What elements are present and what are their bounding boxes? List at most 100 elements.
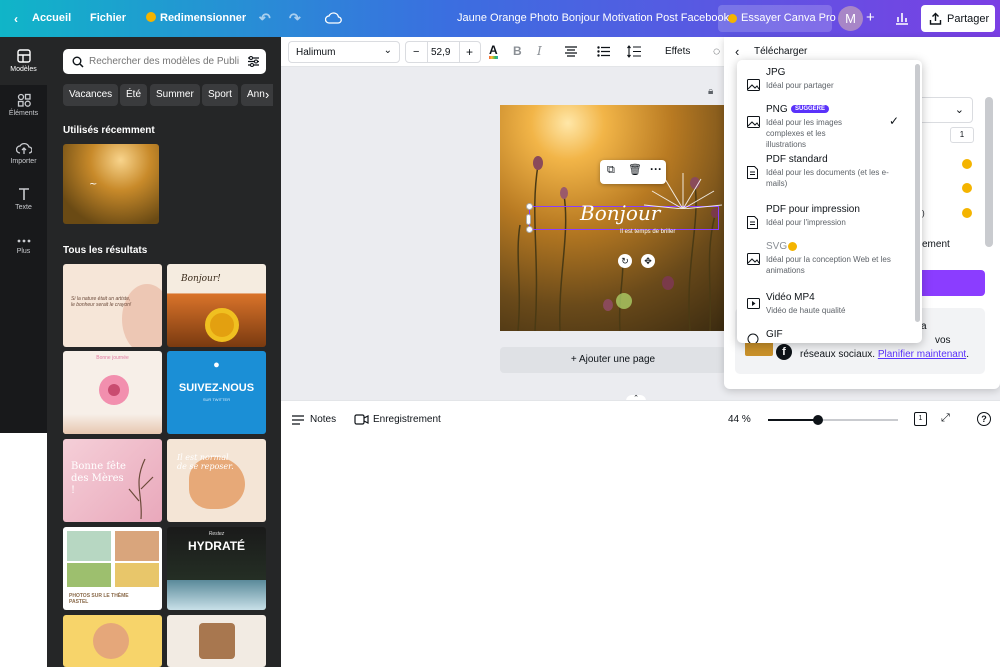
- option-pdf-standard[interactable]: PDF standard Idéal pour les documents (e…: [737, 154, 915, 202]
- zoom-value[interactable]: 44 %: [728, 414, 751, 425]
- cloud-sync-icon[interactable]: [325, 11, 342, 24]
- analytics-icon[interactable]: [894, 10, 910, 26]
- twitter-bird-icon: ●: [213, 359, 220, 371]
- rail-item-text[interactable]: Texte: [0, 187, 47, 227]
- recording-icon: [354, 414, 369, 425]
- rail-item-more[interactable]: Plus: [0, 237, 47, 277]
- image-icon: [747, 253, 760, 265]
- file-menu[interactable]: Fichier: [90, 12, 126, 24]
- font-size-stepper[interactable]: − 52,9 +: [405, 41, 481, 63]
- template-thumb-mothers-day[interactable]: Bonne fête des Mères !: [63, 439, 162, 522]
- add-member-icon[interactable]: +: [866, 9, 875, 26]
- option-jpg[interactable]: JPG Idéal pour partager: [737, 67, 915, 103]
- more-icon: [17, 239, 30, 243]
- schedule-link[interactable]: Planifier maintenant: [878, 349, 966, 360]
- try-pro-button[interactable]: Essayer Canva Pro: [718, 5, 836, 32]
- list-icon[interactable]: [597, 46, 610, 57]
- help-icon[interactable]: ?: [977, 412, 991, 426]
- lock-icon[interactable]: 🔒︎: [708, 86, 713, 97]
- option-mp4[interactable]: Vidéo MP4 Vidéo de haute qualité: [737, 292, 915, 320]
- recording-button[interactable]: Enregistrement: [373, 414, 441, 425]
- document-icon: [747, 216, 758, 229]
- size-input[interactable]: 1: [950, 127, 974, 143]
- italic-icon[interactable]: I: [537, 44, 542, 58]
- top-bar: ‹ Accueil Fichier Redimensionner ↶ ↷ Jau…: [0, 0, 1000, 37]
- chip-sport[interactable]: Sport: [202, 84, 238, 106]
- suggested-badge: SUGGÉRÉ: [791, 105, 830, 113]
- avatar[interactable]: M: [838, 6, 863, 31]
- chevron-left-icon[interactable]: ‹: [14, 12, 18, 26]
- back-icon[interactable]: ‹: [735, 44, 739, 59]
- add-page-button[interactable]: + Ajouter une page: [500, 347, 726, 373]
- facebook-icon: f: [776, 344, 792, 360]
- filter-icon[interactable]: [247, 55, 260, 68]
- template-thumb-pastel[interactable]: PHOTOS SUR LE THÈME PASTEL: [63, 527, 162, 610]
- crown-icon: [962, 183, 972, 193]
- template-thumb-sunflower[interactable]: Bonjour!: [167, 264, 266, 347]
- document-icon: [747, 166, 758, 179]
- download-title: Télécharger: [754, 46, 808, 57]
- template-thumb-beige[interactable]: [167, 615, 266, 667]
- crown-icon: [962, 159, 972, 169]
- template-thumb-hydrate[interactable]: Restez HYDRATÉ: [167, 527, 266, 610]
- home-link[interactable]: Accueil: [32, 12, 71, 24]
- template-thumb-nature[interactable]: Si la nature était un artiste, le bonheu…: [63, 264, 162, 347]
- rail-item-elements[interactable]: Éléments: [0, 93, 47, 133]
- zoom-slider-thumb[interactable]: [813, 415, 823, 425]
- crown-icon: [146, 12, 156, 22]
- rotate-handle[interactable]: ↻: [618, 254, 632, 268]
- increase-size-button[interactable]: +: [466, 45, 473, 59]
- crown-icon: [728, 14, 737, 23]
- option-pdf-print[interactable]: PDF pour impression Idéal pour l'impress…: [737, 204, 915, 240]
- search-input[interactable]: [89, 53, 239, 70]
- chip-summer[interactable]: Summer: [150, 84, 200, 106]
- template-thumb-flower[interactable]: Bonne journée: [63, 351, 162, 434]
- template-thumb-yellow[interactable]: [63, 615, 162, 667]
- bold-icon[interactable]: B: [513, 44, 522, 58]
- animate-icon[interactable]: ◌: [713, 44, 720, 58]
- option-gif[interactable]: GIF: [737, 329, 915, 343]
- results-title: Tous les résultats: [63, 245, 148, 256]
- recent-template-thumb[interactable]: ~: [63, 144, 159, 224]
- branch-decoration: [128, 458, 154, 519]
- option-png[interactable]: PNG SUGGÉRÉ Idéal pour les images comple…: [737, 104, 915, 154]
- resize-button[interactable]: Redimensionner: [160, 12, 246, 24]
- chip-vacances[interactable]: Vacances: [63, 84, 119, 106]
- font-family-select[interactable]: Halimum ⌄: [288, 41, 400, 63]
- option-svg[interactable]: SVG Idéal pour la conception Web et les …: [737, 241, 915, 289]
- headline-text[interactable]: Bonjour: [580, 201, 660, 225]
- chip-ete[interactable]: Été: [120, 84, 148, 106]
- zoom-slider[interactable]: [768, 415, 898, 425]
- recent-title: Utilisés récemment: [63, 125, 155, 136]
- design-page[interactable]: ⧉ 🗑︎ ··· Bonjour Il est temps de briller…: [500, 105, 726, 331]
- pages-icon[interactable]: 1: [914, 412, 927, 426]
- effects-button[interactable]: Effets: [665, 46, 690, 57]
- search-icon: [72, 56, 84, 68]
- subline-text[interactable]: Il est temps de briller: [620, 229, 675, 235]
- template-thumb-twitter[interactable]: ● SUIVEZ-NOUS SUR TWITTER: [167, 351, 266, 434]
- fullscreen-icon[interactable]: ⤢: [941, 412, 950, 425]
- decrease-size-button[interactable]: −: [413, 46, 419, 58]
- align-center-icon[interactable]: [565, 46, 577, 57]
- option-text-fragment: ): [922, 209, 925, 218]
- template-thumb-rest[interactable]: Il est normal de se reposer.: [167, 439, 266, 522]
- notes-icon: [292, 415, 304, 425]
- document-title[interactable]: Jaune Orange Photo Bonjour Motivation Po…: [457, 12, 729, 24]
- move-handle[interactable]: ✥: [641, 254, 655, 268]
- chevron-right-icon[interactable]: ›: [265, 87, 269, 102]
- panel-scrollbar[interactable]: [985, 97, 993, 247]
- elements-icon: [17, 93, 31, 107]
- undo-icon[interactable]: ↶: [259, 10, 271, 27]
- dropdown-scrollbar[interactable]: [915, 64, 920, 322]
- rail-item-templates[interactable]: Modèles: [0, 37, 47, 85]
- notes-button[interactable]: Notes: [310, 414, 336, 425]
- font-size-value[interactable]: 52,9: [431, 47, 450, 58]
- spacing-icon[interactable]: [627, 45, 641, 58]
- duplicate-icon[interactable]: ⧉: [607, 164, 615, 177]
- share-button[interactable]: Partager: [921, 5, 995, 32]
- search-box[interactable]: [63, 49, 266, 74]
- chevron-down-icon: ⌄: [954, 104, 964, 116]
- text-color-icon[interactable]: A: [489, 44, 498, 59]
- redo-icon[interactable]: ↷: [289, 10, 301, 27]
- rail-item-upload[interactable]: Importer: [0, 141, 47, 181]
